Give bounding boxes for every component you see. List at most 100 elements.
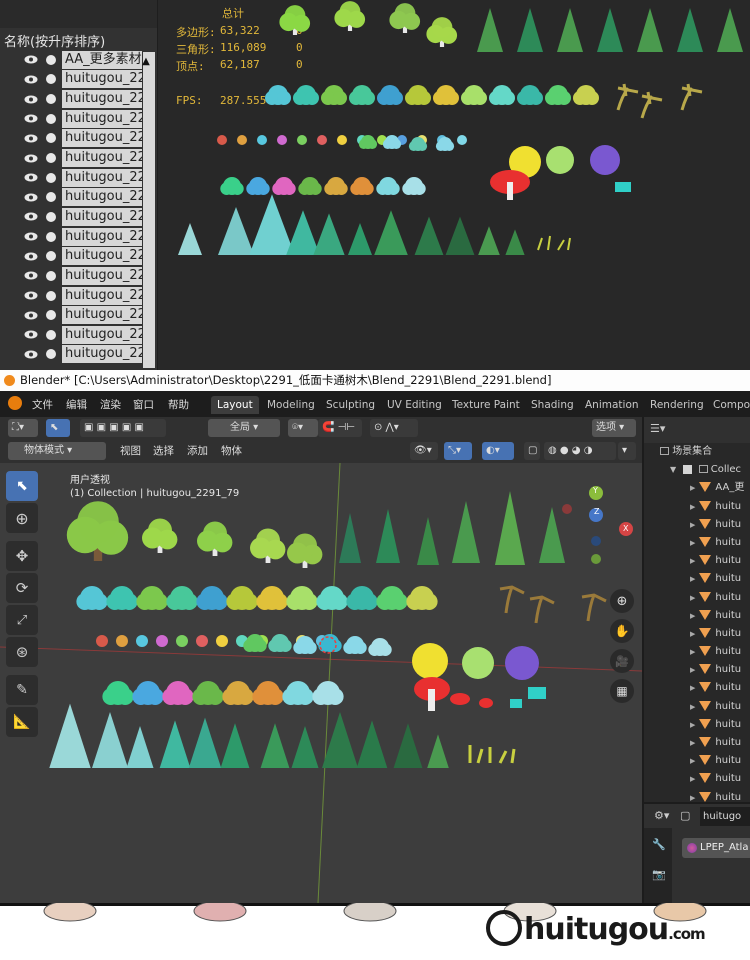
- render-toggle-icon[interactable]: [46, 133, 56, 144]
- eye-icon[interactable]: [24, 114, 38, 123]
- render-toggle-icon[interactable]: [46, 290, 56, 301]
- select-mode-buttons[interactable]: ▣ ▣ ▣ ▣ ▣: [80, 419, 166, 437]
- material-slot[interactable]: LPEP_Atla: [682, 838, 750, 858]
- cursor-tool[interactable]: ⊕: [6, 503, 38, 533]
- eye-icon[interactable]: [24, 232, 38, 241]
- menu-window[interactable]: 窗口: [133, 397, 154, 412]
- menu-edit[interactable]: 编辑: [66, 397, 87, 412]
- proportional-edit-toggle[interactable]: ⊙ ⋀▾: [370, 419, 418, 437]
- select-tool-icon[interactable]: ⬉: [46, 419, 70, 437]
- scene-object-row[interactable]: ▶ huitu: [644, 607, 750, 625]
- menu-help[interactable]: 帮助: [168, 397, 189, 412]
- scene-object-row[interactable]: ▶ huitu: [644, 498, 750, 516]
- menu-file[interactable]: 文件: [32, 397, 53, 412]
- scene-object-row[interactable]: ▶ huitu: [644, 734, 750, 752]
- menu-add[interactable]: 添加: [187, 442, 208, 460]
- overlay-toggle[interactable]: ◐▾: [482, 442, 514, 460]
- pan-hand-icon[interactable]: ✋: [610, 619, 634, 643]
- render-toggle-icon[interactable]: [46, 54, 56, 65]
- tab-layout[interactable]: Layout: [211, 396, 259, 414]
- scene-object-row[interactable]: ▶ huitu: [644, 589, 750, 607]
- render-props-icon[interactable]: 📷: [652, 868, 666, 881]
- tab-animation[interactable]: Animation: [579, 396, 645, 414]
- eye-icon[interactable]: [24, 212, 38, 221]
- menu-view[interactable]: 视图: [120, 442, 141, 460]
- object-name-field[interactable]: huitugo: [700, 807, 750, 826]
- eye-icon[interactable]: [24, 311, 38, 320]
- ortho-grid-icon[interactable]: ▦: [610, 679, 634, 703]
- scene-object-row[interactable]: ▶ huitu: [644, 625, 750, 643]
- rotate-tool[interactable]: ⟳: [6, 573, 38, 603]
- pivot-point-dropdown[interactable]: ⌾▾: [288, 419, 318, 437]
- render-toggle-icon[interactable]: [46, 172, 56, 183]
- outliner-item[interactable]: huitugou_22: [0, 246, 157, 266]
- mode-dropdown[interactable]: 物体模式 ▾: [8, 442, 106, 460]
- outliner-item[interactable]: huitugou_22: [0, 345, 157, 365]
- eye-icon[interactable]: [24, 55, 38, 64]
- expand-arrow-icon[interactable]: ▶: [690, 594, 695, 602]
- expand-arrow-icon[interactable]: ▶: [690, 757, 695, 765]
- outliner-item[interactable]: huitugou_22: [0, 187, 157, 207]
- tab-compositing[interactable]: Compos: [707, 396, 750, 414]
- editor-type-dropdown[interactable]: ⛶▾: [8, 419, 38, 437]
- outliner-item[interactable]: huitugou_22: [0, 266, 157, 286]
- eye-icon[interactable]: [24, 271, 38, 280]
- transform-tool[interactable]: ⊛: [6, 637, 38, 667]
- scene-object-row[interactable]: ▶ huitu: [644, 679, 750, 697]
- outliner-item[interactable]: huitugou_22: [0, 207, 157, 227]
- expand-arrow-icon[interactable]: ▶: [690, 612, 695, 620]
- outliner-item[interactable]: AA_更多素材: [0, 50, 157, 70]
- tab-modeling[interactable]: Modeling: [261, 396, 321, 414]
- scene-object-row[interactable]: ▶ huitu: [644, 534, 750, 552]
- menu-render[interactable]: 渲染: [100, 397, 121, 412]
- select-box-tool[interactable]: ⬉: [6, 471, 38, 501]
- outliner-item[interactable]: huitugou_22: [0, 286, 157, 306]
- render-toggle-icon[interactable]: [46, 251, 56, 262]
- expand-icon[interactable]: ▼: [670, 465, 676, 474]
- tab-uv-editing[interactable]: UV Editing: [381, 396, 448, 414]
- eye-icon[interactable]: [24, 154, 38, 163]
- scene-object-row[interactable]: ▶ huitu: [644, 552, 750, 570]
- collection-row[interactable]: ▼ Collec: [644, 461, 750, 479]
- scene-object-row[interactable]: ▶ huitu: [644, 643, 750, 661]
- scene-object-row[interactable]: ▶ AA_更: [644, 479, 750, 497]
- expand-arrow-icon[interactable]: ▶: [690, 539, 695, 547]
- outliner-item[interactable]: huitugou_22: [0, 70, 157, 90]
- 3d-viewport[interactable]: 用户透视 (1) Collection | huitugou_2291_79 ⬉…: [0, 463, 642, 903]
- menu-object[interactable]: 物体: [221, 442, 242, 460]
- render-toggle-icon[interactable]: [46, 94, 56, 105]
- expand-arrow-icon[interactable]: ▶: [690, 703, 695, 711]
- tool-props-icon[interactable]: 🔧: [652, 838, 666, 851]
- gizmo-toggle[interactable]: ⤡▾: [444, 442, 472, 460]
- scene-object-row[interactable]: ▶ huitu: [644, 752, 750, 770]
- pin-icon[interactable]: ▢: [680, 809, 690, 822]
- expand-arrow-icon[interactable]: ▶: [690, 575, 695, 583]
- render-toggle-icon[interactable]: [46, 329, 56, 340]
- annotate-tool[interactable]: ✎: [6, 675, 38, 705]
- checkbox-icon[interactable]: [683, 464, 693, 474]
- tab-shading[interactable]: Shading: [525, 396, 580, 414]
- tab-rendering[interactable]: Rendering: [644, 396, 710, 414]
- shading-dropdown[interactable]: ▾: [618, 442, 636, 460]
- scene-object-row[interactable]: ▶ huitu: [644, 698, 750, 716]
- expand-arrow-icon[interactable]: ▶: [690, 648, 695, 656]
- blender-menu-icon[interactable]: [8, 396, 22, 410]
- snap-toggle[interactable]: 🧲 ⊣⊢: [318, 419, 362, 437]
- expand-arrow-icon[interactable]: ▶: [690, 557, 695, 565]
- outliner-item[interactable]: huitugou_22: [0, 168, 157, 188]
- render-toggle-icon[interactable]: [46, 211, 56, 222]
- shading-modes[interactable]: ◍ ● ◕ ◑: [544, 442, 616, 460]
- scroll-up-icon[interactable]: ▲: [140, 56, 152, 70]
- outliner-item[interactable]: huitugou_22: [0, 325, 157, 345]
- eye-icon[interactable]: [24, 330, 38, 339]
- scene-object-row[interactable]: ▶ huitu: [644, 516, 750, 534]
- render-toggle-icon[interactable]: [46, 270, 56, 281]
- eye-icon[interactable]: [24, 134, 38, 143]
- scene-object-row[interactable]: ▶ huitu: [644, 716, 750, 734]
- scene-object-row[interactable]: ▶ huitu: [644, 661, 750, 679]
- render-toggle-icon[interactable]: [46, 192, 56, 203]
- eye-icon[interactable]: [24, 350, 38, 359]
- expand-arrow-icon[interactable]: ▶: [690, 666, 695, 674]
- render-toggle-icon[interactable]: [46, 231, 56, 242]
- render-toggle-icon[interactable]: [46, 153, 56, 164]
